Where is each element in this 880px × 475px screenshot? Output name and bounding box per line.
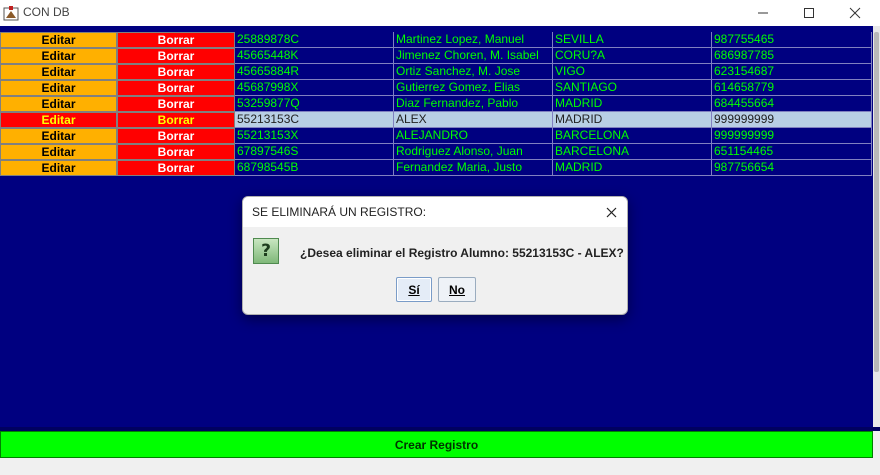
close-icon	[606, 207, 616, 217]
yes-button-label: Sí	[408, 282, 420, 297]
cell-ciudad[interactable]: BARCELONA	[553, 128, 712, 144]
delete-button[interactable]: Borrar	[117, 112, 235, 128]
table-row[interactable]: Editar Borrar 45665448K Jimenez Choren, M. …	[0, 48, 873, 64]
cell-telefono[interactable]: 987756654	[712, 160, 872, 176]
app-window: CON DB Editar Borrar 25889878C Martinez Lop…	[0, 0, 880, 475]
create-record-button[interactable]: Crear Registro	[0, 431, 873, 458]
table-row[interactable]: Editar Borrar 55213153C ALEX MADRID 999999999	[0, 112, 873, 128]
cell-nombre[interactable]: Jimenez Choren, M. Isabel	[394, 48, 553, 64]
table-row[interactable]: Editar Borrar 55213153X ALEJANDRO BARCELONA 9…	[0, 128, 873, 144]
cell-nombre[interactable]: ALEX	[394, 112, 553, 128]
cell-telefono[interactable]: 999999999	[712, 128, 872, 144]
delete-button[interactable]: Borrar	[117, 64, 235, 80]
cell-dni[interactable]: 55213153X	[235, 128, 394, 144]
cell-nombre[interactable]: Ortiz Sanchez, M. Jose	[394, 64, 553, 80]
edit-button[interactable]: Editar	[0, 160, 117, 176]
vertical-scrollbar[interactable]	[873, 26, 880, 427]
delete-button[interactable]: Borrar	[117, 128, 235, 144]
close-icon	[849, 7, 861, 19]
cell-dni[interactable]: 45665884R	[235, 64, 394, 80]
dialog-close-button[interactable]	[600, 202, 622, 222]
cell-dni[interactable]: 68798545B	[235, 160, 394, 176]
delete-button[interactable]: Borrar	[117, 48, 235, 64]
edit-button[interactable]: Editar	[0, 128, 117, 144]
cell-telefono[interactable]: 999999999	[712, 112, 872, 128]
table-row[interactable]: Editar Borrar 68798545B Fernandez Maria, Ju…	[0, 160, 873, 176]
edit-button[interactable]: Editar	[0, 48, 117, 64]
cell-telefono[interactable]: 987755465	[712, 32, 872, 48]
window-title: CON DB	[23, 5, 70, 19]
cell-ciudad[interactable]: SEVILLA	[553, 32, 712, 48]
cell-ciudad[interactable]: MADRID	[553, 160, 712, 176]
edit-button[interactable]: Editar	[0, 96, 117, 112]
close-window-button[interactable]	[832, 0, 878, 26]
cell-dni[interactable]: 45687998X	[235, 80, 394, 96]
confirm-delete-dialog: SE ELIMINARÁ UN REGISTRO: ? ¿Desea elimi…	[242, 196, 628, 315]
dialog-title-bar: SE ELIMINARÁ UN REGISTRO:	[243, 197, 627, 227]
cell-dni[interactable]: 55213153C	[235, 112, 394, 128]
cell-dni[interactable]: 67897546S	[235, 144, 394, 160]
cell-ciudad[interactable]: MADRID	[553, 112, 712, 128]
delete-button[interactable]: Borrar	[117, 96, 235, 112]
cell-dni[interactable]: 25889878C	[235, 32, 394, 48]
cell-telefono[interactable]: 614658779	[712, 80, 872, 96]
cell-dni[interactable]: 53259877Q	[235, 96, 394, 112]
cell-nombre[interactable]: ALEJANDRO	[394, 128, 553, 144]
delete-button[interactable]: Borrar	[117, 144, 235, 160]
cell-nombre[interactable]: Gutierrez Gomez, Elias	[394, 80, 553, 96]
yes-button[interactable]: Sí	[396, 277, 432, 302]
cell-ciudad[interactable]: CORU?A	[553, 48, 712, 64]
cell-telefono[interactable]: 684455664	[712, 96, 872, 112]
cell-ciudad[interactable]: BARCELONA	[553, 144, 712, 160]
cell-ciudad[interactable]: SANTIAGO	[553, 80, 712, 96]
cell-nombre[interactable]: Fernandez Maria, Justo	[394, 160, 553, 176]
table-row[interactable]: Editar Borrar 45665884R Ortiz Sanchez, M. J…	[0, 64, 873, 80]
cell-nombre[interactable]: Diaz Fernandez, Pablo	[394, 96, 553, 112]
minimize-icon	[758, 12, 768, 14]
dialog-message: ¿Desea eliminar el Registro Alumno: 5521…	[300, 246, 624, 260]
cell-telefono[interactable]: 686987785	[712, 48, 872, 64]
java-app-icon	[3, 6, 19, 21]
table-row[interactable]: Editar Borrar 25889878C Martinez Lopez, Man…	[0, 32, 873, 48]
cell-telefono[interactable]: 623154687	[712, 64, 872, 80]
cell-ciudad[interactable]: VIGO	[553, 64, 712, 80]
table-row[interactable]: Editar Borrar 53259877Q Diaz Fernandez, Pab…	[0, 96, 873, 112]
edit-button[interactable]: Editar	[0, 80, 117, 96]
no-button[interactable]: No	[438, 277, 476, 302]
delete-button[interactable]: Borrar	[117, 32, 235, 48]
delete-button[interactable]: Borrar	[117, 160, 235, 176]
question-icon: ?	[253, 238, 279, 264]
edit-button[interactable]: Editar	[0, 64, 117, 80]
edit-button[interactable]: Editar	[0, 112, 117, 128]
no-button-label: No	[449, 282, 465, 297]
cell-nombre[interactable]: Rodriguez Alonso, Juan	[394, 144, 553, 160]
cell-nombre[interactable]: Martinez Lopez, Manuel	[394, 32, 553, 48]
delete-button[interactable]: Borrar	[117, 80, 235, 96]
title-bar: CON DB	[0, 0, 880, 26]
maximize-button[interactable]	[786, 0, 832, 26]
scrollbar-thumb[interactable]	[874, 32, 879, 372]
minimize-button[interactable]	[740, 0, 786, 26]
cell-dni[interactable]: 45665448K	[235, 48, 394, 64]
cell-ciudad[interactable]: MADRID	[553, 96, 712, 112]
edit-button[interactable]: Editar	[0, 32, 117, 48]
maximize-icon	[804, 8, 814, 18]
cell-telefono[interactable]: 651154465	[712, 144, 872, 160]
dialog-title: SE ELIMINARÁ UN REGISTRO:	[252, 205, 427, 219]
edit-button[interactable]: Editar	[0, 144, 117, 160]
table-row[interactable]: Editar Borrar 45687998X Gutierrez Gomez, El…	[0, 80, 873, 96]
table-row[interactable]: Editar Borrar 67897546S Rodriguez Alonso, J…	[0, 144, 873, 160]
